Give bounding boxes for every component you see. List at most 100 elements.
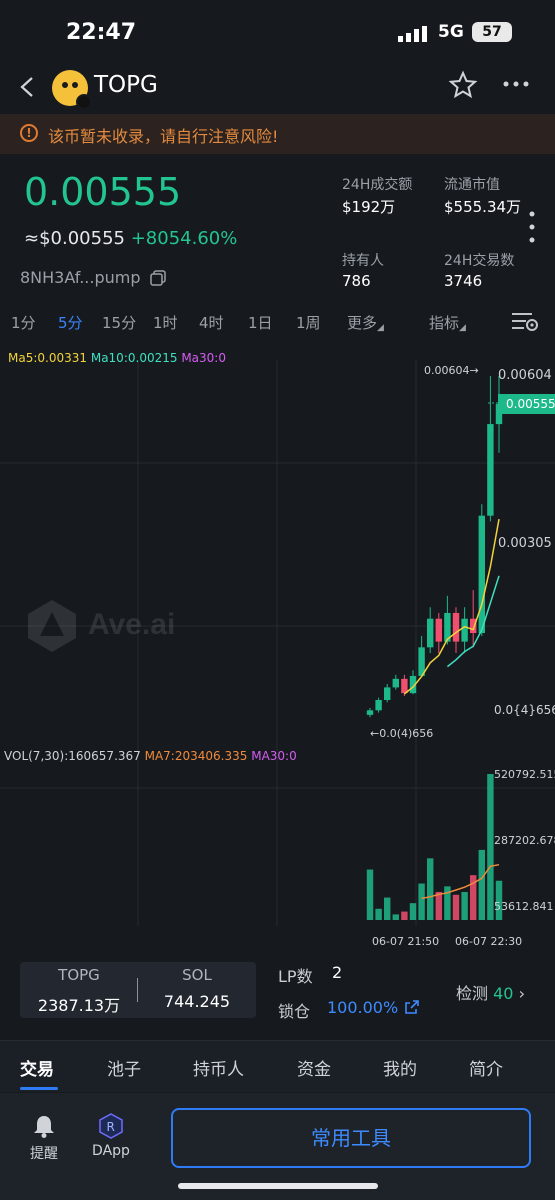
chart-grid [0,360,555,926]
tf-4h[interactable]: 4时 [199,312,224,333]
balance-sol-label: SOL [182,966,212,984]
stat-label-volume: 24H成交额 [342,177,413,193]
network-type: 5G [438,22,464,42]
more-options-icon[interactable] [502,78,530,90]
chart-settings-icon[interactable] [510,310,540,334]
candle-body [427,618,434,648]
candle-body [478,515,485,634]
volume-bar [409,903,417,920]
tf-1w[interactable]: 1周 [296,312,321,333]
volume-bar [427,858,434,920]
favorite-star-icon[interactable] [448,70,478,100]
chevron-right-icon: › [518,984,525,1003]
tab-active-indicator [20,1087,58,1090]
ma30-label: Ma30:0 [181,351,226,365]
tab-trade[interactable]: 交易 [20,1055,54,1080]
tf-more-dropdown[interactable]: 更多◢ [347,312,384,333]
price-change: +8054.60% [130,228,238,249]
volume-bar [375,908,382,920]
high-marker: 0.00604→ [424,364,479,377]
security-check[interactable]: 检测 40 › [456,980,525,1004]
copy-icon[interactable] [150,270,166,286]
current-price-tag: 0.00555 [498,394,555,414]
vol-ma7-label: MA7:203406.335 [144,749,248,763]
volume-layer [366,774,503,920]
token-logo-icon [52,70,92,110]
candle-body [392,678,399,688]
price-chart[interactable]: Ave.ai [0,346,555,956]
stats-more-icon[interactable] [528,210,536,244]
dropdown-caret-icon: ◢ [377,323,384,333]
check-score: 40 [493,984,514,1003]
watermark-text: Ave.ai [88,608,175,641]
stat-label-txcount: 24H交易数 [444,253,515,269]
warning-icon: ! [20,124,38,142]
ave-watermark: Ave.ai [28,600,175,652]
candle-body [452,612,460,642]
volume-bar [435,891,442,920]
tf-1h[interactable]: 1时 [153,312,178,333]
candle-body [461,618,468,642]
balance-token-label: TOPG [58,966,100,984]
token-header: TOPG [0,64,555,112]
candle-body [401,678,408,694]
dapp-label: DApp [92,1143,130,1159]
balance-token-value: 2387.13万 [37,996,121,1015]
lock-value[interactable]: 100.00% [327,998,398,1017]
vol-axis-low: 53612.841 [494,900,554,913]
signal-icon [398,26,427,42]
dapp-button[interactable]: R DApp [88,1113,134,1159]
time-axis-2: 06-07 22:30 [455,935,523,948]
dapp-icon: R [99,1113,123,1139]
volume-bar [461,891,468,920]
status-bar: 22:47 5G 57 [0,0,555,64]
candle-body [435,618,442,642]
indicator-dropdown[interactable]: 指标◢ [429,312,466,333]
token-title: TOPG [94,72,158,98]
stat-value-txcount: 3746 [444,272,483,290]
ma10-label: Ma10:0.00215 [90,351,178,365]
vol-label: VOL(7,30):160657.367 [4,749,141,763]
price-usd: ≈$0.00555 [24,228,125,249]
price-axis-high: 0.00604 [498,368,552,383]
price-axis-mid: 0.00305 [498,536,552,551]
home-indicator [178,1183,378,1189]
vol-axis-mid: 287202.678 [494,834,555,847]
volume-bar [487,774,494,920]
common-tools-button[interactable]: 常用工具 [171,1108,531,1168]
tab-mine[interactable]: 我的 [383,1055,417,1080]
price-axis-low: 0.0{4}656 [494,703,555,717]
external-link-icon[interactable] [404,999,420,1015]
alert-button[interactable]: 提醒 [24,1113,64,1163]
tf-1d[interactable]: 1日 [248,312,273,333]
contract-address[interactable]: 8NH3Af...pump [20,268,141,287]
vol-legend: VOL(7,30):160657.367 MA7:203406.335 MA30… [4,749,297,763]
tab-pool[interactable]: 池子 [107,1055,141,1080]
stat-value-holders: 786 [342,272,371,290]
tab-intro[interactable]: 简介 [469,1055,503,1080]
svg-text:R: R [107,1120,115,1134]
time-axis-1: 06-07 21:50 [372,935,440,948]
ma5-label: Ma5:0.00331 [8,351,88,365]
tf-1m[interactable]: 1分 [11,312,36,333]
risk-warning-text: 该币暂未收录，请自行注意风险! [48,127,279,146]
lock-label: 锁仓 [278,1002,311,1021]
bottom-tabs: 交易 池子 持币人 资金 我的 简介 [0,1040,555,1092]
token-price: 0.00555 [24,170,182,214]
bell-icon [34,1116,54,1138]
battery-icon: 57 [472,22,512,42]
tf-15m[interactable]: 15分 [102,312,136,333]
low-marker: ←0.0(4)656 [370,727,434,740]
volume-bar [452,894,460,920]
vol-axis-top: 520792.515 [494,768,555,781]
check-label: 检测 [456,984,489,1003]
tf-5m[interactable]: 5分 [58,312,83,333]
volume-bar [392,914,399,920]
ma-legend: Ma5:0.00331 Ma10:0.00215 Ma30:0 [8,351,226,365]
tab-funds[interactable]: 资金 [297,1055,331,1080]
tab-holders[interactable]: 持币人 [193,1055,244,1080]
pool-balance-card: TOPG 2387.13万 SOL 744.245 [20,962,256,1018]
volume-bar [384,897,391,920]
back-arrow-icon[interactable] [16,74,40,100]
stat-label-holders: 持有人 [342,253,384,269]
